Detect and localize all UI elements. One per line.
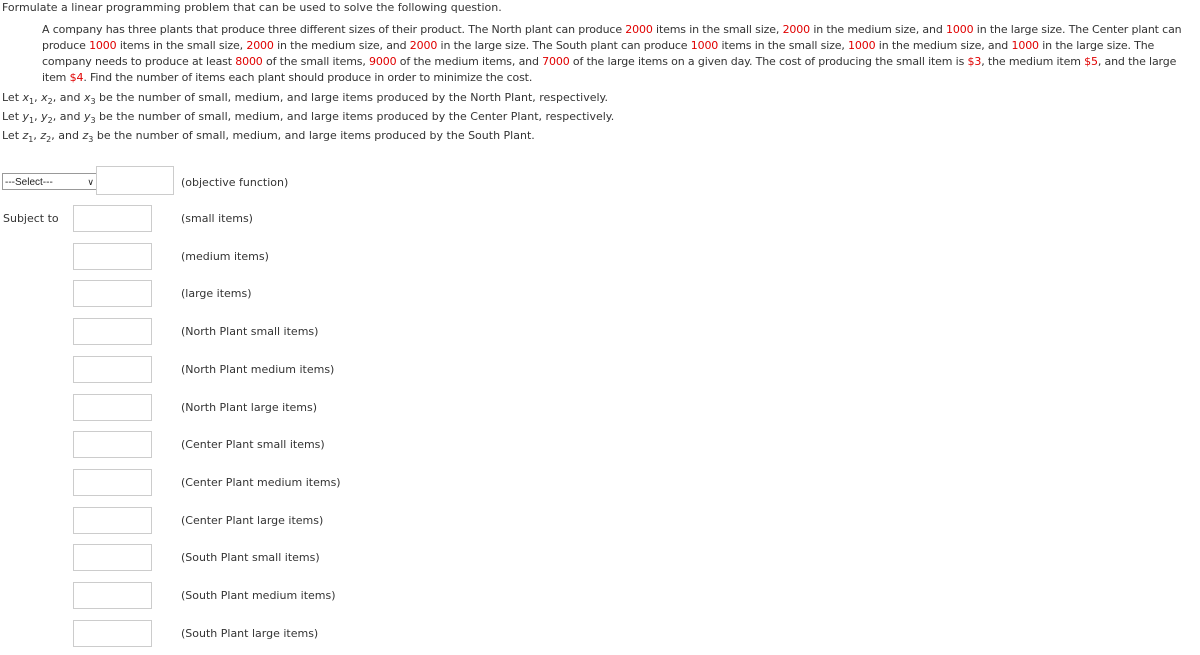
problem-text: of the small items, [262, 55, 370, 68]
constraint-input[interactable] [73, 506, 152, 534]
highlighted-value: 1000 [848, 39, 876, 52]
constraint-input[interactable] [73, 242, 152, 270]
highlighted-value: 1000 [946, 23, 974, 36]
constraint-label: (South Plant medium items) [181, 589, 336, 602]
constraint-label: (Center Plant medium items) [181, 475, 341, 489]
constraint-input[interactable] [73, 205, 152, 232]
and-word: and [59, 110, 81, 123]
constraint-input[interactable] [73, 582, 152, 609]
highlighted-value: 1000 [1011, 39, 1040, 52]
problem-text: items in the small size, [116, 39, 247, 52]
variable-description: be the number of small, medium, and larg… [93, 129, 535, 142]
constraint-input[interactable] [73, 393, 152, 421]
instruction-title: Formulate a linear programming problem t… [2, 1, 502, 14]
highlighted-value: 2000 [782, 23, 811, 36]
let-word: Let [2, 110, 20, 123]
problem-text: . Find the number of items each plant sh… [83, 71, 533, 84]
constraint-input[interactable] [73, 544, 152, 572]
problem-statement: A company has three plants that produce … [42, 22, 1194, 86]
highlighted-value: 9000 [369, 55, 397, 68]
constraint-label: (North Plant small items) [181, 325, 319, 339]
problem-text: in the large size. The South plant can p… [437, 39, 691, 52]
problem-text: A company has three plants that produce … [42, 23, 626, 36]
highlighted-value: $4 [69, 71, 84, 84]
constraint-label: (North Plant large items) [181, 400, 318, 414]
problem-text: items in the small size, [652, 23, 783, 36]
constraint-input[interactable] [73, 280, 152, 308]
constraint-input[interactable] [73, 468, 152, 496]
let-word: Let [2, 91, 20, 104]
problem-text: of the medium items, and [396, 55, 543, 68]
highlighted-value: $3 [967, 55, 982, 68]
highlighted-value: 8000 [235, 55, 263, 68]
highlighted-value: 2000 [246, 39, 274, 52]
subject-to-label: Subject to [3, 212, 59, 225]
optimization-select[interactable]: ---Select--- ∨ [2, 173, 98, 190]
variable-description: be the number of small, medium, and larg… [95, 110, 615, 123]
and-word: and [59, 91, 81, 104]
constraint-input[interactable] [73, 619, 152, 647]
highlighted-value: 2000 [625, 23, 653, 36]
select-value: ---Select--- [5, 177, 53, 188]
highlighted-value: 7000 [542, 55, 570, 68]
highlighted-value: 1000 [690, 39, 719, 52]
let-word: Let [2, 129, 20, 142]
variable-definition: Let y1, y2, and y3 be the number of smal… [2, 110, 615, 125]
chevron-down-icon: ∨ [87, 177, 94, 187]
problem-text: in the medium size, and [875, 39, 1012, 52]
constraint-label: (small items) [181, 212, 253, 225]
constraint-label: (South Plant large items) [181, 626, 319, 640]
highlighted-value: $5 [1084, 55, 1098, 68]
constraint-input[interactable] [73, 355, 152, 383]
problem-text: in the medium size, and [273, 39, 410, 52]
objective-input[interactable] [96, 166, 174, 195]
constraint-label: (Center Plant large items) [181, 513, 324, 527]
and-word: and [58, 129, 79, 142]
problem-text: , the medium item [981, 55, 1085, 68]
variable-description: be the number of small, medium, and larg… [95, 91, 608, 104]
constraint-label: (large items) [181, 287, 252, 301]
problem-text: in the medium size, and [809, 23, 947, 36]
highlighted-value: 2000 [409, 39, 438, 52]
constraint-label: (medium items) [181, 249, 269, 263]
constraint-label: (North Plant medium items) [181, 362, 335, 376]
variable-definition: Let x1, x2, and x3 be the number of smal… [2, 91, 608, 106]
highlighted-value: 1000 [89, 39, 117, 52]
constraint-label: (Center Plant small items) [181, 438, 325, 452]
constraint-label: (South Plant small items) [181, 551, 320, 565]
objective-label: (objective function) [181, 176, 289, 189]
constraint-input[interactable] [73, 431, 152, 459]
variable-definition: Let z1, z2, and z3 be the number of smal… [2, 129, 535, 144]
problem-text: items in the small size, [718, 39, 849, 52]
problem-text: of the large items on a given day. The c… [569, 55, 968, 68]
constraint-input[interactable] [73, 318, 152, 346]
